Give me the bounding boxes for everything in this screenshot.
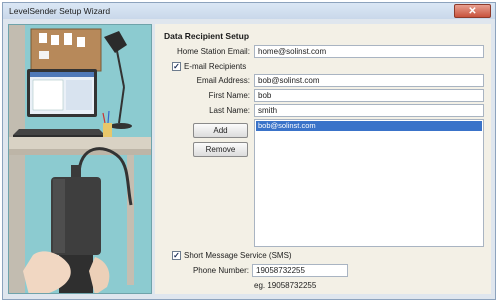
add-button[interactable]: Add: [193, 123, 248, 138]
last-name-label: Last Name:: [209, 106, 250, 115]
home-station-email-field[interactable]: home@solinst.com: [254, 45, 484, 58]
first-name-label: First Name:: [208, 91, 250, 100]
email-recipients-label: E-mail Recipients: [184, 62, 247, 71]
window-title: LevelSender Setup Wizard: [9, 6, 111, 16]
title-bar: LevelSender Setup Wizard ✕: [3, 3, 495, 19]
email-address-label: Email Address:: [196, 76, 250, 85]
home-station-email-label: Home Station Email:: [177, 47, 250, 56]
email-address-field[interactable]: bob@solinst.com: [254, 74, 484, 87]
sms-checkbox[interactable]: ✓: [172, 251, 181, 260]
first-name-field[interactable]: bob: [254, 89, 484, 102]
phone-number-label: Phone Number:: [192, 266, 249, 275]
illustration-graphic: [9, 25, 151, 293]
wizard-illustration: [8, 24, 152, 294]
recipient-setup-panel: Data Recipient Setup Home Station Email:…: [155, 24, 491, 294]
setup-wizard-window: LevelSender Setup Wizard ✕ Data Recipien…: [2, 2, 496, 300]
close-button[interactable]: ✕: [454, 4, 491, 18]
page-title: Data Recipient Setup: [164, 31, 250, 41]
email-recipients-checkbox[interactable]: ✓: [172, 62, 181, 71]
list-item[interactable]: bob@solinst.com: [256, 121, 482, 131]
phone-example-hint: eg. 19058732255: [254, 281, 317, 290]
sms-label: Short Message Service (SMS): [184, 251, 292, 260]
phone-number-field[interactable]: 19058732255: [252, 264, 348, 277]
last-name-field[interactable]: smith: [254, 104, 484, 117]
remove-button[interactable]: Remove: [193, 142, 248, 157]
recipient-list[interactable]: bob@solinst.com: [254, 119, 484, 247]
